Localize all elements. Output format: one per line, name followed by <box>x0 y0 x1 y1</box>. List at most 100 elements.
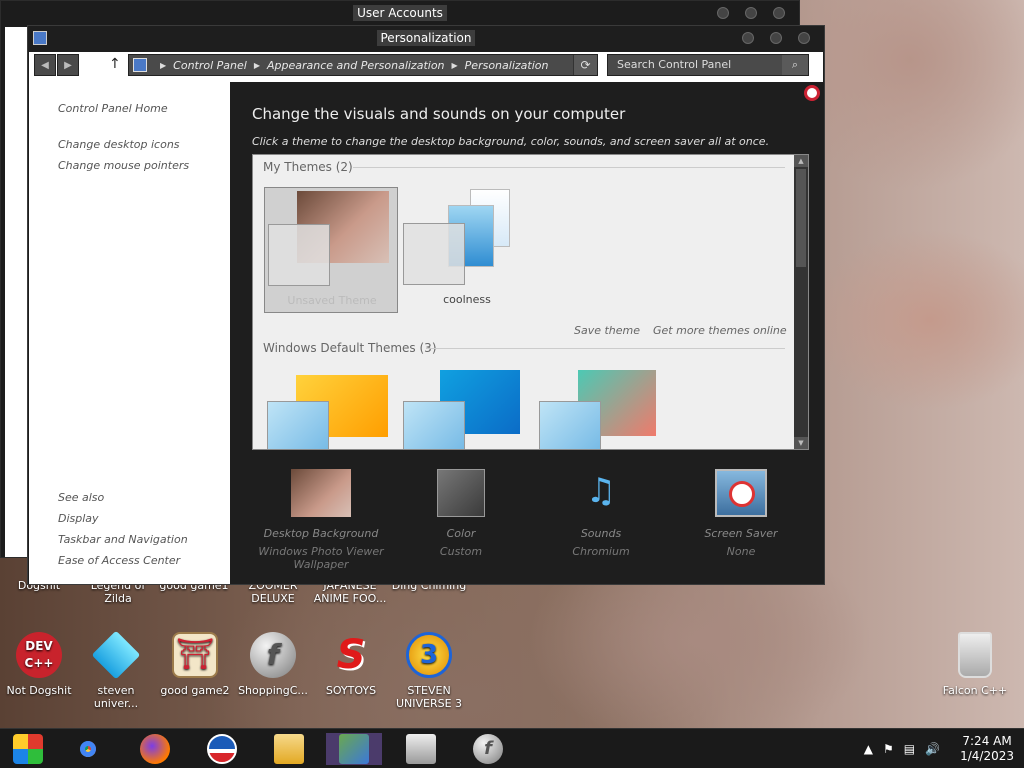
control-panel-home-link[interactable]: Control Panel Home <box>58 102 168 115</box>
taskbar-flash[interactable]: f <box>460 733 516 765</box>
desktop-icon-steven-universe-3[interactable]: 3 STEVEN UNIVERSE 3 <box>391 632 467 710</box>
main-pane: Change the visuals and sounds on your co… <box>230 82 824 584</box>
close-button[interactable] <box>773 7 785 19</box>
chevron-up-icon[interactable]: ▲ <box>864 742 873 756</box>
title-bar[interactable]: User Accounts <box>1 1 799 27</box>
window-content <box>5 27 29 557</box>
desktop-icon-label: Falcon C++ <box>942 684 1008 697</box>
caption-buttons <box>717 7 785 19</box>
search-input[interactable]: Search Control Panel ⌕ <box>607 54 809 76</box>
scrollbar-thumb[interactable] <box>796 169 806 267</box>
help-icon[interactable] <box>804 85 820 101</box>
diamond-icon <box>91 630 141 680</box>
taskbar-chrome[interactable] <box>60 733 116 765</box>
search-icon[interactable]: ⌕ <box>782 55 808 75</box>
firefox-icon <box>140 734 170 764</box>
taskbar-user-accounts[interactable] <box>326 733 382 765</box>
desktop-icon-label: good game2 <box>160 684 230 697</box>
personalization-icon <box>406 734 436 764</box>
desktop-icon-good-game2[interactable]: ⛩ good game2 <box>157 632 233 697</box>
maximize-button[interactable] <box>745 7 757 19</box>
color-button[interactable]: Color Custom <box>391 469 531 558</box>
breadcrumb-item[interactable]: Appearance and Personalization <box>267 59 445 72</box>
save-theme-link[interactable]: Save theme <box>574 324 640 337</box>
minimize-button[interactable] <box>717 7 729 19</box>
divider <box>353 167 785 168</box>
see-also-heading: See also <box>58 491 105 504</box>
taskbar: f ▲ ⚑ ▤ 🔊 7:24 AM 1/4/2023 <box>0 728 1024 768</box>
caption-buttons <box>742 32 810 44</box>
clock-date: 1/4/2023 <box>960 749 1014 763</box>
sounds-button[interactable]: ♫ Sounds Chromium <box>531 469 671 558</box>
screen-saver-icon <box>715 469 767 517</box>
user-accounts-icon <box>339 734 369 764</box>
ease-of-access-center-link[interactable]: Ease of Access Center <box>58 554 180 567</box>
forward-button[interactable]: ▶ <box>57 54 79 76</box>
item-label: Sounds <box>580 527 622 540</box>
scroll-up-icon[interactable]: ▲ <box>794 155 808 167</box>
breadcrumb-chevron-icon[interactable]: ▶ <box>160 61 166 70</box>
breadcrumb-item[interactable]: Control Panel <box>173 59 247 72</box>
screen-saver-button[interactable]: Screen Saver None <box>671 469 811 558</box>
theme-flowers[interactable] <box>400 367 534 449</box>
title-bar[interactable]: Personalization <box>28 26 824 52</box>
display-link[interactable]: Display <box>58 512 99 525</box>
get-more-themes-link[interactable]: Get more themes online <box>653 324 787 337</box>
desktop-icon-soytoys[interactable]: S SOYTOYS <box>313 632 389 697</box>
desktop-icon-steven-universe[interactable]: steven univer... <box>78 630 154 710</box>
taskbar-firefox[interactable] <box>127 733 183 765</box>
desktop-background-button[interactable]: Desktop Background Windows Photo Viewer … <box>251 469 391 571</box>
theme-name: coolness <box>443 293 491 306</box>
close-button[interactable] <box>798 32 810 44</box>
theme-lines[interactable] <box>536 367 670 449</box>
volume-icon[interactable]: 🔊 <box>925 742 940 756</box>
desktop-icon-falcon-cpp[interactable]: Falcon C++ <box>937 632 1013 697</box>
clock[interactable]: 7:24 AM 1/4/2023 <box>960 734 1014 764</box>
themes-list[interactable]: My Themes (2) Unsaved Theme coolness Sav… <box>252 154 809 450</box>
network-icon[interactable]: ▤ <box>904 742 915 756</box>
number-3-icon: 3 <box>406 632 452 678</box>
taskbar-personalization[interactable] <box>393 733 449 765</box>
breadcrumb-chevron-icon[interactable]: ▶ <box>452 61 458 70</box>
breadcrumb-item[interactable]: Personalization <box>465 59 549 72</box>
scrollbar[interactable]: ▲ ▼ <box>794 155 808 449</box>
page-title: Change the visuals and sounds on your co… <box>252 105 626 123</box>
clock-time: 7:24 AM <box>962 734 1012 748</box>
theme-unsaved[interactable]: Unsaved Theme <box>264 187 398 313</box>
taskbar-file-explorer[interactable] <box>261 733 317 765</box>
maximize-button[interactable] <box>770 32 782 44</box>
up-arrow-icon[interactable]: ↑ <box>109 56 121 72</box>
back-button[interactable]: ◀ <box>34 54 56 76</box>
personalization-window[interactable]: Personalization ◀ ▶ ↑ ▶ Control Panel ▶ … <box>27 25 825 585</box>
minimize-button[interactable] <box>742 32 754 44</box>
taskbar-obama-logo[interactable] <box>194 733 250 765</box>
chrome-icon <box>73 734 103 764</box>
theme-coolness[interactable]: coolness <box>400 187 534 313</box>
start-icon <box>13 734 43 764</box>
breadcrumb-chevron-icon[interactable]: ▶ <box>254 61 260 70</box>
theme-windows[interactable] <box>264 367 398 449</box>
item-value: None <box>726 545 756 558</box>
theme-color-swatch <box>268 224 330 286</box>
refresh-icon[interactable]: ⟳ <box>573 55 597 75</box>
item-label: Color <box>446 527 476 540</box>
color-wheel-icon <box>539 401 601 449</box>
address-bar[interactable]: ▶ Control Panel ▶ Appearance and Persona… <box>128 54 598 76</box>
desktop-icon-shoppingc[interactable]: f ShoppingC... <box>235 632 311 697</box>
window-title: User Accounts <box>353 5 447 21</box>
flash-icon: f <box>473 734 503 764</box>
obama-logo-icon <box>207 734 237 764</box>
start-button[interactable] <box>0 733 56 765</box>
theme-name: Unsaved Theme <box>287 294 377 307</box>
desktop-icon-not-dogshit[interactable]: DEV C++ Not Dogshit <box>1 632 77 697</box>
change-desktop-icons-link[interactable]: Change desktop icons <box>58 138 180 151</box>
item-value: Chromium <box>572 545 630 558</box>
flag-icon[interactable]: ⚑ <box>883 742 894 756</box>
divider <box>426 348 785 349</box>
left-pane: Control Panel Home Change desktop icons … <box>29 82 230 584</box>
taskbar-and-navigation-link[interactable]: Taskbar and Navigation <box>58 533 188 546</box>
item-label: Screen Saver <box>704 527 778 540</box>
file-explorer-icon <box>274 734 304 764</box>
scroll-down-icon[interactable]: ▼ <box>794 437 808 449</box>
change-mouse-pointers-link[interactable]: Change mouse pointers <box>58 159 189 172</box>
